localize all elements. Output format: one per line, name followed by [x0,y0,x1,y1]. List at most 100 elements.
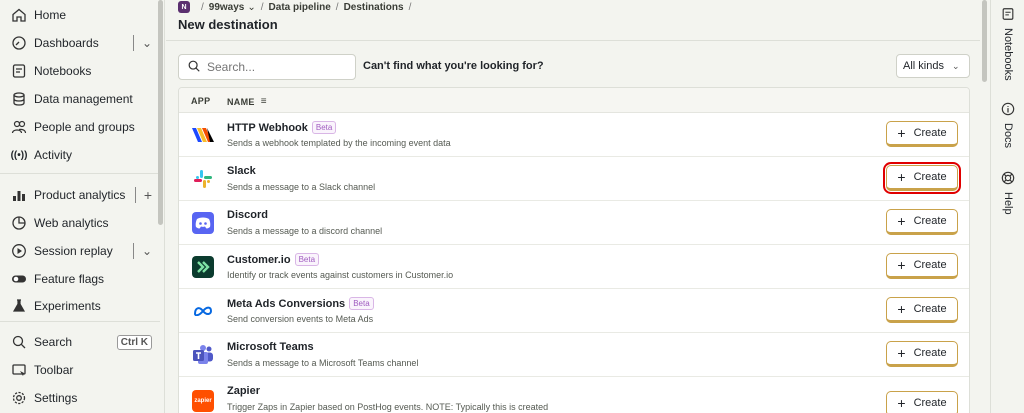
sidebar-item-feature-flags[interactable]: Feature flags [0,267,158,291]
toggle-icon [10,270,28,288]
search-field[interactable] [178,54,356,80]
kinds-filter-select[interactable]: All kinds ⌄ [896,54,970,78]
meta-logo [192,300,214,322]
sidebar-item-settings[interactable]: Settings [0,386,158,410]
play-icon [10,242,28,260]
customerio-logo [192,256,214,278]
sidebar-item-session-replay[interactable]: Session replay ⌄ [0,239,158,263]
sidebar-divider [0,321,160,322]
search-icon [10,333,28,351]
sidebar-item-search[interactable]: Search Ctrl K [0,330,158,354]
sidebar-item-label: Settings [34,391,78,405]
create-button[interactable]: + Create [883,162,961,194]
row-title: Microsoft Teams [227,341,314,353]
row-name: Meta Ads Conversions Beta [227,297,374,310]
rail-label: Docs [1002,123,1014,149]
webhook-logo [192,124,214,146]
table-header: APP NAME ≡ [179,88,969,113]
row-description: Sends a message to a Microsoft Teams cha… [227,358,419,368]
table-row: Discord Sends a message to a discord cha… [179,201,969,245]
plus-icon: + [897,395,906,411]
chevron-down-icon: ⌄ [141,244,152,258]
pie-chart-icon [10,214,28,232]
home-icon [10,6,28,24]
row-description: Trigger Zaps in Zapier based on PostHog … [227,402,549,412]
dashboards-expand[interactable]: ⌄ [132,33,152,53]
row-description: Sends a webhook templated by the incomin… [227,138,451,148]
sidebar-item-home[interactable]: Home [0,3,158,27]
row-title: Zapier [227,385,261,397]
row-title: Meta Ads Conversions [227,297,346,310]
create-label: Create [913,303,947,315]
sidebar-item-data-management[interactable]: Data management [0,87,158,111]
create-label: Create [913,397,947,409]
rail-label: Notebooks [1002,28,1014,81]
create-label: Create [913,215,947,227]
create-label: Create [913,259,947,271]
table-row: Meta Ads Conversions Beta Send conversion… [179,289,969,333]
create-button[interactable]: + Create [886,121,958,147]
create-button[interactable]: + Create [886,391,958,413]
search-shortcut: Ctrl K [116,332,152,352]
sidebar-item-product-analytics[interactable]: Product analytics + [0,183,158,207]
sidebar-item-people[interactable]: People and groups [0,115,158,139]
sidebar-item-label: Toolbar [34,363,74,377]
breadcrumb-section[interactable]: Data pipeline [269,2,331,13]
plus-icon: + [897,257,906,273]
rail-item-notebooks[interactable]: Notebooks [991,6,1024,81]
product-analytics-add[interactable]: + [134,185,152,205]
sidebar-item-label: Dashboards [34,36,99,50]
sidebar-item-experiments[interactable]: Experiments [0,294,158,318]
zapier-logo-text: zapier [194,398,212,404]
sidebar-item-label: Session replay [34,244,113,258]
breadcrumb-page[interactable]: Destinations [344,2,404,13]
sidebar-item-web-analytics[interactable]: Web analytics [0,211,158,235]
rail-item-docs[interactable]: Docs [991,101,1024,148]
notebook-icon [10,62,28,80]
row-title: Customer.io [227,253,291,266]
search-input[interactable] [207,60,347,74]
destinations-table: APP NAME ≡ HTTP Webhook Beta Sends a webh… [178,87,970,413]
create-button[interactable]: + Create [886,209,958,235]
create-label: Create [913,347,947,359]
sidebar-item-label: Product analytics [34,188,126,202]
plus-icon: + [897,169,906,185]
sidebar-item-dashboards[interactable]: Dashboards ⌄ [0,31,158,55]
chevron-down-icon: ⌄ [951,60,960,71]
rail-label: Help [1002,192,1014,215]
sidebar-item-notebooks[interactable]: Notebooks [0,59,158,83]
beta-badge: Beta [349,297,374,310]
header-divider [166,40,980,41]
sidebar-item-label: Web analytics [34,216,109,230]
create-label: Create [913,171,947,183]
sort-icon[interactable]: ≡ [261,96,267,107]
teams-logo [192,344,214,366]
sidebar-item-activity[interactable]: ((•)) Activity [0,143,158,167]
create-button[interactable]: + Create [886,297,958,323]
row-name: Microsoft Teams [227,341,314,353]
people-icon [10,118,28,136]
table-row: Slack Sends a message to a Slack channel… [179,157,969,201]
column-header-name[interactable]: NAME ≡ [227,96,267,107]
row-name: HTTP Webhook Beta [227,121,337,134]
create-button[interactable]: + Create [886,253,958,279]
bar-chart-icon [10,186,28,204]
breadcrumb-project[interactable]: 99ways [209,2,245,13]
sidebar-item-toolbar[interactable]: Toolbar [0,358,158,382]
cant-find-link[interactable]: Can't find what you're looking for? [363,60,544,72]
table-row: HTTP Webhook Beta Sends a webhook templat… [179,113,969,157]
notebook-icon [1000,6,1016,22]
zapier-logo: zapier [192,390,214,412]
rail-item-help[interactable]: Help [991,170,1024,215]
create-button[interactable]: + Create [886,341,958,367]
project-avatar: N [178,1,190,13]
session-replay-expand[interactable]: ⌄ [132,241,152,261]
main-scrollbar[interactable] [982,0,987,82]
chevron-down-icon[interactable]: ⌄ [247,2,255,13]
sidebar-scrollbar[interactable] [158,0,163,225]
sidebar-item-label: Data management [34,92,133,106]
table-row: zapier Zapier Trigger Zaps in Zapier bas… [179,377,969,413]
info-icon [1000,101,1016,117]
plus-icon: + [897,301,906,317]
main-content: N / 99ways ⌄ / Data pipeline / Destinati… [166,0,980,413]
